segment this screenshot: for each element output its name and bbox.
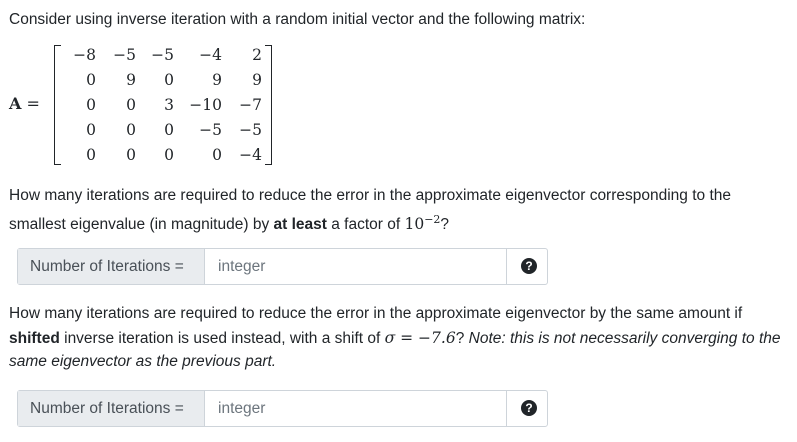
question-circle-icon: ? xyxy=(521,258,537,274)
q1-bold-at-least: at least xyxy=(273,216,327,234)
matrix-cell: 0 xyxy=(212,146,222,164)
q2-sigma: σ = −7.6 xyxy=(384,329,456,347)
matrix-cell: 3 xyxy=(164,96,174,114)
q1-text-b: a factor of xyxy=(326,216,405,234)
matrix-cell: 0 xyxy=(126,146,136,164)
intro-text: Consider using inverse iteration with a … xyxy=(9,11,586,28)
matrix-cell: 0 xyxy=(126,96,136,114)
q1-text-a: smallest eigenvalue (in magnitude) by xyxy=(9,216,274,234)
q2-note-part1: Note: this is not necessarily converging… xyxy=(468,330,781,347)
matrix-label: A = xyxy=(9,93,40,115)
q1-power-base: 10 xyxy=(404,215,425,234)
matrix-cell: 0 xyxy=(126,121,136,139)
q1-line2: smallest eigenvalue (in magnitude) by at… xyxy=(9,208,449,237)
matrix-right-bracket xyxy=(265,45,272,165)
matrix-cell: −10 xyxy=(189,96,222,114)
matrix-cell: −5 xyxy=(239,121,262,139)
matrix-cell: 0 xyxy=(86,146,96,164)
q2-input-group: Number of Iterations = ? xyxy=(17,390,548,427)
q1-iterations-input[interactable] xyxy=(206,249,506,284)
q1-text-end: ? xyxy=(440,216,450,234)
matrix-cell: 9 xyxy=(252,71,262,89)
q1-power-exp: −2 xyxy=(424,213,441,226)
q1-help-button[interactable]: ? xyxy=(506,249,547,284)
matrix-cell: 0 xyxy=(164,146,174,164)
matrix-cell: 9 xyxy=(126,71,136,89)
matrix-cell: 2 xyxy=(252,46,262,64)
q2-text-b: ? xyxy=(455,330,469,347)
matrix-cell: −5 xyxy=(113,46,136,64)
matrix-cell: −5 xyxy=(151,46,174,64)
q2-text-a: inverse iteration is used instead, with … xyxy=(59,330,385,347)
matrix-cell: −4 xyxy=(239,146,262,164)
q2-help-button[interactable]: ? xyxy=(506,391,547,426)
matrix-equals: = xyxy=(26,94,40,113)
matrix-name: A xyxy=(9,94,22,113)
q1-input-group: Number of Iterations = ? xyxy=(17,248,548,285)
q2-line2: shifted inverse iteration is used instea… xyxy=(9,326,781,351)
matrix-cell: −7 xyxy=(239,96,262,114)
matrix-cell: 9 xyxy=(212,71,222,89)
matrix-cell: 0 xyxy=(86,121,96,139)
q2-field-label: Number of Iterations = xyxy=(18,391,205,426)
matrix-cell: 0 xyxy=(86,96,96,114)
q2-note-part2: same eigenvector as the previous part. xyxy=(9,353,277,370)
q2-line1: How many iterations are required to redu… xyxy=(9,305,743,322)
q2-iterations-input[interactable] xyxy=(206,391,506,426)
matrix-cell: 0 xyxy=(164,71,174,89)
matrix-cell: −5 xyxy=(199,121,222,139)
question-circle-icon: ? xyxy=(521,400,537,416)
q1-line1: How many iterations are required to redu… xyxy=(9,187,732,204)
q1-field-label: Number of Iterations = xyxy=(18,249,205,284)
matrix-cell: −4 xyxy=(199,46,222,64)
q2-bold-shifted: shifted xyxy=(9,330,60,347)
matrix-cell: −8 xyxy=(73,46,96,64)
matrix-cell: 0 xyxy=(164,121,174,139)
matrix-cell: 0 xyxy=(86,71,96,89)
